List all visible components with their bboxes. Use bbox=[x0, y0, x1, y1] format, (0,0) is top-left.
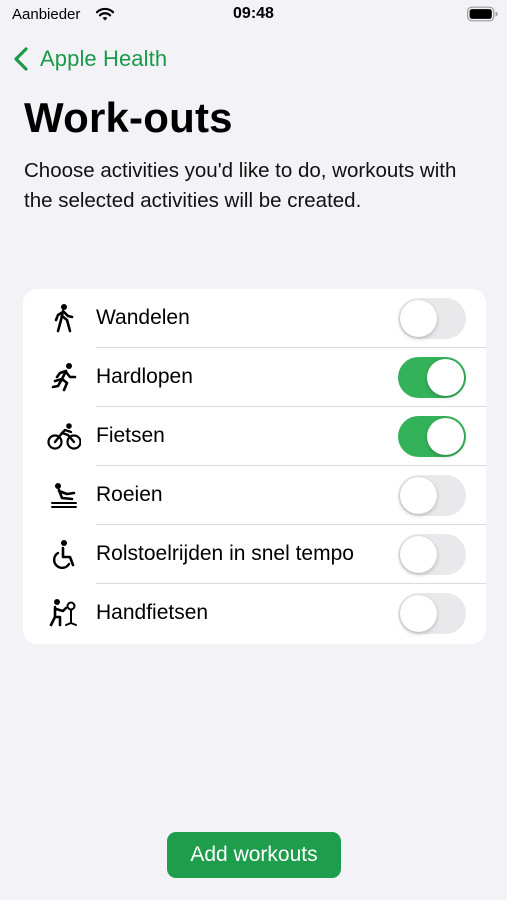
activity-label: Handfietsen bbox=[96, 601, 209, 624]
back-button[interactable]: Apple Health bbox=[12, 42, 167, 76]
activity-list: Wandelen Hardlopen Fietsen Roeien Rolsto… bbox=[23, 289, 486, 644]
cycling-icon bbox=[47, 423, 81, 450]
activity-label: Fietsen bbox=[96, 424, 165, 447]
toggle-knob bbox=[400, 477, 437, 514]
activity-row-roeien: Roeien bbox=[23, 466, 486, 525]
handcycling-icon bbox=[49, 599, 77, 627]
toggle-knob bbox=[400, 300, 437, 337]
wheelchair-icon bbox=[53, 540, 75, 569]
activity-row-wandelen: Wandelen bbox=[23, 289, 486, 348]
toggle-knob bbox=[427, 418, 464, 455]
status-bar: Aanbieder 09:48 bbox=[0, 0, 507, 30]
toggle-rolstoelrijden[interactable] bbox=[398, 534, 466, 575]
rowing-icon bbox=[51, 483, 77, 508]
activity-label: Wandelen bbox=[96, 306, 190, 329]
status-time: 09:48 bbox=[233, 5, 274, 22]
toggle-fietsen[interactable] bbox=[398, 416, 466, 457]
toggle-knob bbox=[400, 536, 437, 573]
toggle-hardlopen[interactable] bbox=[398, 357, 466, 398]
battery-full-icon bbox=[467, 6, 498, 22]
activity-row-rolstoelrijden: Rolstoelrijden in snel tempo bbox=[23, 525, 486, 584]
activity-label: Roeien bbox=[96, 483, 163, 506]
page-subtitle: Choose activities you'd like to do, work… bbox=[24, 159, 457, 212]
activity-row-hardlopen: Hardlopen bbox=[23, 348, 486, 407]
add-workouts-button[interactable]: Add workouts bbox=[167, 832, 341, 878]
back-label: Apple Health bbox=[40, 46, 168, 71]
activity-row-fietsen: Fietsen bbox=[23, 407, 486, 466]
activity-label: Rolstoelrijden in snel tempo bbox=[96, 542, 354, 565]
toggle-knob bbox=[400, 595, 437, 632]
activity-label: Hardlopen bbox=[96, 365, 193, 388]
page-title: Work-outs bbox=[24, 94, 233, 141]
running-icon bbox=[51, 363, 77, 392]
walking-icon bbox=[54, 304, 74, 333]
toggle-wandelen[interactable] bbox=[398, 298, 466, 339]
toggle-handfietsen[interactable] bbox=[398, 593, 466, 634]
toggle-knob bbox=[427, 359, 464, 396]
chevron-left-icon bbox=[14, 47, 28, 71]
activity-row-handfietsen: Handfietsen bbox=[23, 584, 486, 643]
toggle-roeien[interactable] bbox=[398, 475, 466, 516]
